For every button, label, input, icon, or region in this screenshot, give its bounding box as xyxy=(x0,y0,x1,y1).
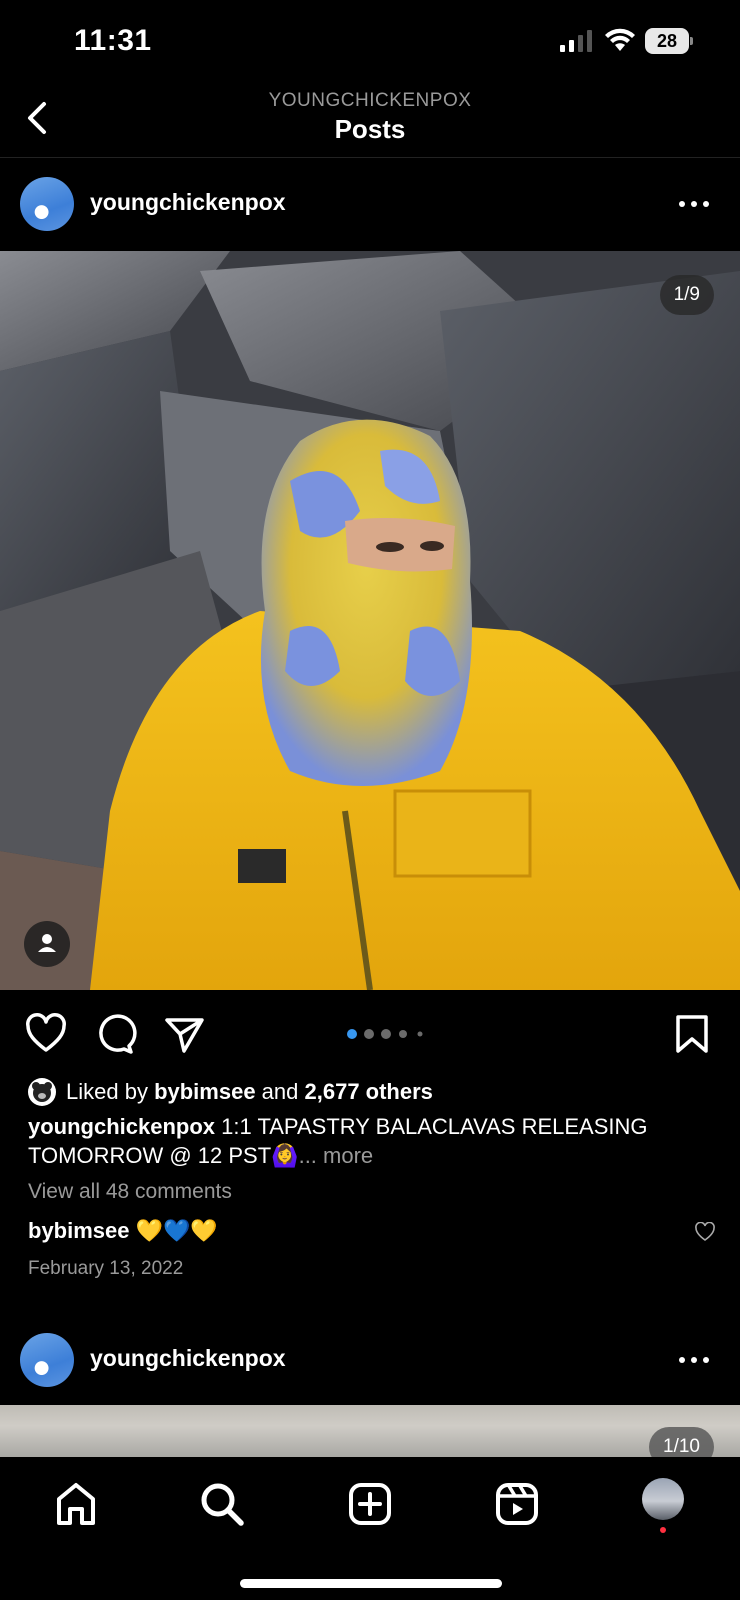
caption-more-link[interactable]: ... more xyxy=(299,1143,374,1168)
status-time: 11:31 xyxy=(74,24,152,57)
comment-text: 💛💙💛 xyxy=(135,1218,218,1243)
home-indicator[interactable] xyxy=(240,1579,502,1588)
next-post-header: youngchickenpox xyxy=(0,1315,740,1405)
next-image-counter-badge: 1/10 xyxy=(649,1427,714,1457)
like-heart-icon[interactable] xyxy=(24,1012,68,1056)
post-caption: youngchickenpox 1:1 TAPASTRY BALACLAVAS … xyxy=(28,1112,718,1170)
notification-dot xyxy=(660,1527,666,1533)
image-counter-badge: 1/9 xyxy=(659,275,714,315)
post-author-username[interactable]: youngchickenpox xyxy=(90,189,286,216)
post-date: February 13, 2022 xyxy=(28,1258,184,1279)
top-comment: bybimsee 💛💙💛 xyxy=(28,1218,218,1244)
share-send-icon[interactable] xyxy=(162,1012,206,1056)
comment-like-heart-icon[interactable] xyxy=(694,1222,716,1242)
wifi-icon xyxy=(605,28,635,51)
next-post-author-avatar[interactable] xyxy=(20,1333,74,1387)
post-author-avatar[interactable] xyxy=(20,177,74,231)
caption-username[interactable]: youngchickenpox xyxy=(28,1114,215,1139)
carousel-dot xyxy=(381,1029,391,1039)
battery-level: 28 xyxy=(645,28,689,54)
page-title: Posts xyxy=(334,114,406,144)
next-post-photo[interactable]: 1/10 xyxy=(0,1405,740,1457)
person-icon xyxy=(38,934,56,952)
bear-avatar-icon xyxy=(32,1082,52,1102)
nav-header: YOUNGCHICKENPOX Posts xyxy=(0,84,740,158)
profile-avatar[interactable] xyxy=(642,1478,684,1520)
save-bookmark-icon[interactable] xyxy=(670,1012,714,1056)
battery-icon: 28 xyxy=(645,28,693,54)
profile-username-subtitle: YOUNGCHICKENPOX xyxy=(268,90,472,111)
create-post-icon[interactable] xyxy=(345,1479,395,1529)
status-bar: 11:31 28 xyxy=(0,0,740,84)
photo-illustration xyxy=(0,251,740,990)
comment-icon[interactable] xyxy=(93,1012,137,1056)
liker-avatar xyxy=(28,1078,56,1106)
next-post-author-username[interactable]: youngchickenpox xyxy=(90,1345,286,1372)
comment-username[interactable]: bybimsee xyxy=(28,1218,130,1243)
likes-count[interactable]: 2,677 others xyxy=(305,1079,433,1104)
cellular-signal-icon xyxy=(560,30,592,52)
tagged-people-button[interactable] xyxy=(24,921,70,967)
search-icon[interactable] xyxy=(197,1479,247,1529)
bottom-tab-bar xyxy=(0,1457,740,1600)
view-all-comments-link[interactable]: View all 48 comments xyxy=(28,1180,232,1204)
more-options-icon[interactable] xyxy=(674,1345,714,1375)
post-header: youngchickenpox xyxy=(0,159,740,249)
home-icon[interactable] xyxy=(51,1479,101,1529)
reels-icon[interactable] xyxy=(492,1479,542,1529)
carousel-dot xyxy=(364,1029,374,1039)
post-photo[interactable]: 1/9 xyxy=(0,251,740,990)
carousel-dot xyxy=(347,1029,357,1039)
more-options-icon[interactable] xyxy=(674,189,714,219)
likes-text: Liked by bybimsee and 2,677 others xyxy=(66,1079,433,1104)
carousel-dot xyxy=(399,1030,407,1038)
post-action-bar xyxy=(0,990,740,1070)
carousel-indicator xyxy=(347,1029,423,1039)
liker-username[interactable]: bybimsee xyxy=(154,1079,256,1104)
carousel-dot xyxy=(417,1031,423,1037)
